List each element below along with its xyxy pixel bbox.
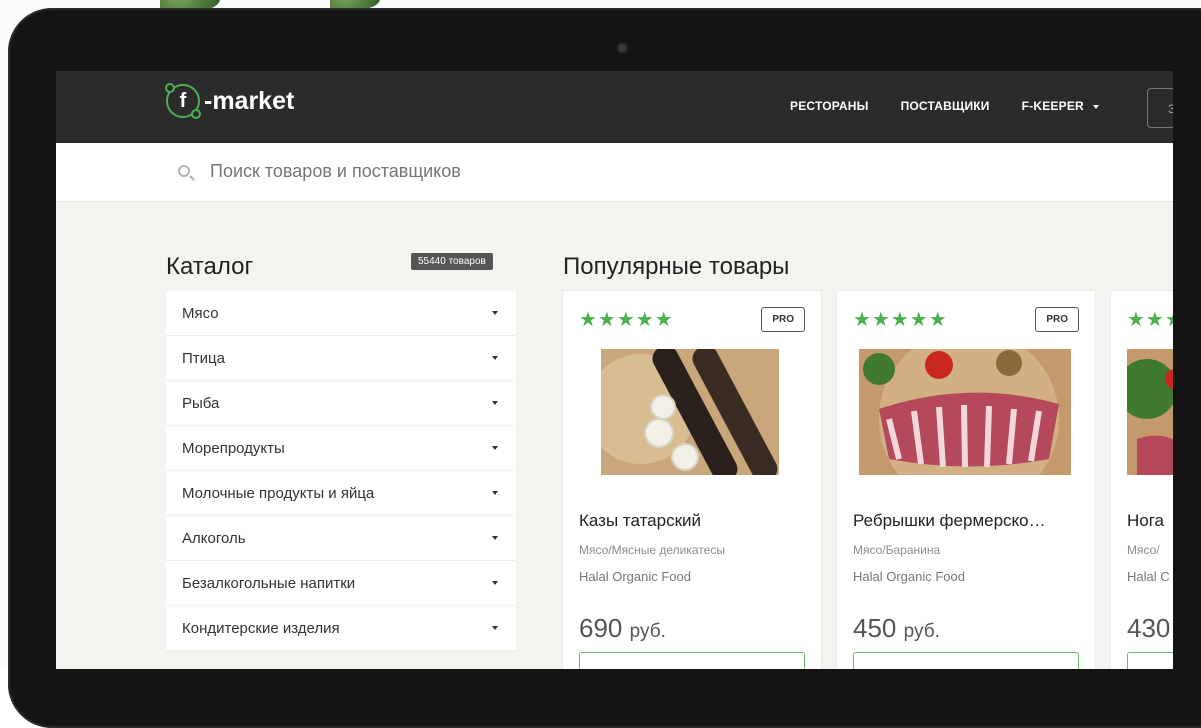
product-card[interactable]: ★★★★★ PRO Казы татарский Мясо/Мясные дел… [563, 291, 821, 669]
catalog-list: Мясо Птица Рыба Морепродукты Молочные пр… [166, 291, 516, 651]
camera-icon [618, 44, 626, 52]
catalog-item-label: Птица [182, 350, 225, 367]
top-navbar: f -market РЕСТОРАНЫ ПОСТАВЩИКИ F-KEEPER … [56, 71, 1173, 143]
catalog-item-dairy[interactable]: Молочные продукты и яйца [166, 471, 516, 516]
dropdown-caret-icon [1093, 104, 1100, 109]
catalog-item-fish[interactable]: Рыба [166, 381, 516, 426]
product-name[interactable]: Нога [1127, 511, 1173, 531]
nav-link-suppliers[interactable]: ПОСТАВЩИКИ [901, 99, 990, 113]
product-supplier[interactable]: Halal C [1127, 569, 1170, 584]
browser-screen: f -market РЕСТОРАНЫ ПОСТАВЩИКИ F-KEEPER … [56, 71, 1173, 669]
logo-icon: f [165, 83, 201, 119]
product-category: Мясо/ [1127, 543, 1160, 557]
catalog-item-poultry[interactable]: Птица [166, 336, 516, 381]
catalog-item-label: Мясо [182, 305, 219, 322]
catalog-item-soft-drinks[interactable]: Безалкогольные напитки [166, 561, 516, 606]
product-card[interactable]: ★★★ Нога Мясо/ Halal C 430 [1111, 291, 1173, 669]
search-icon [178, 165, 190, 177]
price-value: 690 [579, 613, 623, 643]
chevron-down-icon [492, 311, 498, 315]
price-value: 450 [853, 613, 897, 643]
product-price: 430 [1127, 613, 1170, 644]
catalog-item-label: Кондитерские изделия [182, 620, 340, 637]
chevron-down-icon [492, 536, 498, 540]
popular-title: Популярные товары [563, 253, 790, 280]
chevron-down-icon [492, 581, 498, 585]
rating-stars-icon: ★★★★★ [579, 309, 674, 331]
chevron-down-icon [492, 446, 498, 450]
nav-links: РЕСТОРАНЫ ПОСТАВЩИКИ F-KEEPER [790, 99, 1100, 113]
pro-badge: PRO [1035, 307, 1079, 332]
product-image[interactable] [601, 349, 779, 475]
product-card[interactable]: ★★★★★ PRO Ребрышки фермерско… Мясо/Баран… [837, 291, 1095, 669]
nav-link-restaurants[interactable]: РЕСТОРАНЫ [790, 99, 869, 113]
catalog-item-confectionery[interactable]: Кондитерские изделия [166, 606, 516, 651]
catalog-item-label: Рыба [182, 395, 220, 412]
pro-badge: PRO [761, 307, 805, 332]
catalog-item-label: Алкоголь [182, 530, 246, 547]
add-to-cart-button[interactable] [579, 652, 805, 669]
product-category: Мясо/Баранина [853, 543, 941, 557]
catalog-title: Каталог [166, 253, 254, 280]
product-supplier[interactable]: Halal Organic Food [579, 569, 691, 584]
nav-link-f-keeper-label: F-KEEPER [1021, 99, 1084, 113]
login-button[interactable]: З [1147, 88, 1173, 128]
chevron-down-icon [492, 491, 498, 495]
logo-text: -market [204, 86, 295, 115]
chevron-down-icon [492, 626, 498, 630]
catalog-item-meat[interactable]: Мясо [166, 291, 516, 336]
catalog-item-label: Молочные продукты и яйца [182, 485, 375, 502]
product-price: 450 руб. [853, 613, 940, 644]
rating-stars-icon: ★★★ [1127, 309, 1173, 331]
catalog-item-alcohol[interactable]: Алкоголь [166, 516, 516, 561]
chevron-down-icon [492, 401, 498, 405]
add-to-cart-button[interactable] [1127, 652, 1173, 669]
catalog-item-label: Безалкогольные напитки [182, 575, 356, 592]
chevron-down-icon [492, 356, 498, 360]
product-price: 690 руб. [579, 613, 666, 644]
product-name[interactable]: Казы татарский [579, 511, 809, 531]
product-image[interactable] [859, 349, 1071, 475]
price-currency: руб. [629, 621, 666, 642]
rating-stars-icon: ★★★★★ [853, 309, 948, 331]
nav-link-f-keeper[interactable]: F-KEEPER [1022, 99, 1100, 113]
catalog-count-badge: 55440 товаров [411, 253, 493, 270]
price-value: 430 [1127, 613, 1171, 643]
search-bar [56, 143, 1173, 202]
catalog-item-seafood[interactable]: Морепродукты [166, 426, 516, 471]
price-currency: руб. [903, 621, 940, 642]
product-supplier[interactable]: Halal Organic Food [853, 569, 965, 584]
product-image[interactable] [1127, 349, 1173, 475]
product-name[interactable]: Ребрышки фермерско… [853, 511, 1083, 531]
product-category: Мясо/Мясные деликатесы [579, 543, 725, 557]
logo[interactable]: f -market [165, 83, 295, 119]
add-to-cart-button[interactable] [853, 652, 1079, 669]
search-input[interactable] [208, 160, 712, 183]
catalog-item-label: Морепродукты [182, 440, 285, 457]
